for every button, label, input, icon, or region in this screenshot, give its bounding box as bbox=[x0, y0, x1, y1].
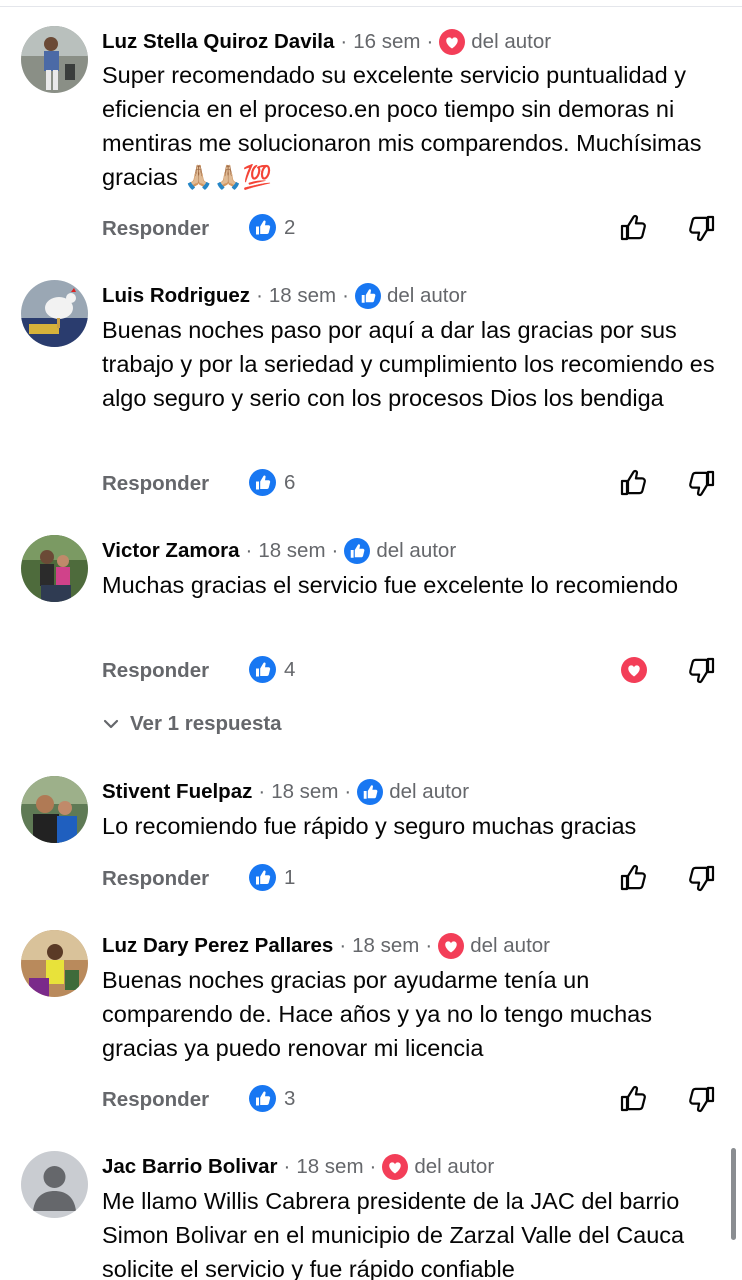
separator-dot: · bbox=[256, 284, 263, 307]
heart-reaction-icon bbox=[382, 1154, 409, 1180]
author-reaction-badge: del autor bbox=[357, 779, 469, 805]
thumbs-down-icon[interactable] bbox=[685, 467, 717, 499]
author-badge-label: del autor bbox=[414, 1155, 495, 1178]
separator-dot: · bbox=[283, 1155, 291, 1178]
like-count: 1 bbox=[284, 865, 296, 889]
like-reaction-icon bbox=[354, 283, 381, 309]
like-reaction-icon bbox=[357, 779, 384, 805]
separator-dot: · bbox=[369, 1155, 377, 1178]
separator-dot: · bbox=[344, 780, 352, 803]
avatar[interactable] bbox=[21, 26, 88, 93]
thumbs-down-icon[interactable] bbox=[685, 654, 717, 686]
view-replies-label: Ver 1 respuesta bbox=[130, 712, 282, 735]
comment-time[interactable]: 18 sem bbox=[296, 1155, 363, 1179]
default-avatar-icon[interactable] bbox=[21, 1151, 88, 1218]
comment-time[interactable]: 18 sem bbox=[352, 934, 419, 958]
reaction-summary[interactable]: 4 bbox=[249, 656, 295, 683]
comment-time[interactable]: 18 sem bbox=[269, 284, 336, 308]
thumbs-up-icon[interactable] bbox=[618, 467, 650, 499]
top-divider bbox=[0, 6, 742, 7]
author-reaction-badge: del autor bbox=[439, 29, 551, 55]
separator-dot: · bbox=[426, 30, 434, 53]
separator-dot: · bbox=[245, 539, 253, 562]
comment-text: Me llamo Willis Cabrera presidente de la… bbox=[102, 1188, 685, 1280]
thumbs-down-icon[interactable] bbox=[685, 862, 717, 894]
avatar[interactable] bbox=[21, 280, 88, 347]
avatar[interactable] bbox=[21, 535, 88, 602]
comment-time[interactable]: 18 sem bbox=[271, 780, 338, 804]
author-badge-label: del autor bbox=[389, 780, 470, 803]
comment-text: Super recomendado su excelente servicio … bbox=[102, 62, 702, 190]
avatar[interactable] bbox=[21, 930, 88, 997]
separator-dot: · bbox=[339, 934, 347, 957]
author-reaction-badge: del autor bbox=[438, 933, 550, 959]
commenter-name[interactable]: Victor Zamora bbox=[102, 539, 239, 563]
comment-time[interactable]: 18 sem bbox=[258, 539, 325, 563]
thumbs-up-icon[interactable] bbox=[618, 1083, 650, 1115]
avatar[interactable] bbox=[21, 776, 88, 843]
commenter-name[interactable]: Luis Rodriguez bbox=[102, 284, 250, 308]
like-reaction-icon bbox=[249, 656, 276, 683]
thumbs-down-icon[interactable] bbox=[685, 1083, 717, 1115]
author-reaction-badge: del autor bbox=[382, 1154, 494, 1180]
reply-button[interactable]: Responder bbox=[102, 472, 209, 496]
like-count: 6 bbox=[284, 470, 296, 494]
like-reaction-icon bbox=[249, 1085, 276, 1112]
comment-text: Muchas gracias el servicio fue excelente… bbox=[102, 572, 679, 598]
reaction-summary[interactable]: 3 bbox=[249, 1085, 295, 1112]
author-badge-label: del autor bbox=[386, 284, 467, 307]
comment-text: Lo recomiendo fue rápido y seguro muchas… bbox=[102, 813, 637, 839]
reply-button[interactable]: Responder bbox=[102, 217, 209, 241]
comment-text: Buenas noches paso por aquí a dar las gr… bbox=[102, 317, 715, 411]
thumbs-down-icon[interactable] bbox=[685, 212, 717, 244]
thumbs-up-icon[interactable] bbox=[618, 862, 650, 894]
separator-dot: · bbox=[340, 30, 348, 53]
commenter-name[interactable]: Luz Dary Perez Pallares bbox=[102, 934, 333, 958]
reaction-summary[interactable]: 1 bbox=[249, 864, 295, 891]
like-reaction-icon bbox=[249, 864, 276, 891]
chevron-down-icon bbox=[102, 715, 120, 733]
like-reaction-icon bbox=[249, 214, 276, 241]
author-badge-label: del autor bbox=[470, 934, 550, 957]
author-reaction-badge: del autor bbox=[354, 283, 467, 309]
comment-text: Buenas noches gracias por ayudarme tenía… bbox=[102, 967, 652, 1061]
view-replies-button[interactable]: Ver 1 respuesta bbox=[102, 712, 282, 736]
heart-reaction-icon bbox=[439, 29, 466, 55]
like-count: 2 bbox=[284, 215, 296, 239]
heart-reaction-icon bbox=[438, 933, 465, 959]
like-count: 3 bbox=[284, 1086, 296, 1110]
thumbs-up-icon[interactable] bbox=[618, 212, 650, 244]
reply-button[interactable]: Responder bbox=[102, 867, 209, 891]
like-count: 4 bbox=[284, 657, 296, 681]
author-badge-label: del autor bbox=[471, 30, 552, 53]
separator-dot: · bbox=[425, 934, 433, 957]
scrollbar-thumb[interactable] bbox=[731, 1148, 736, 1240]
separator-dot: · bbox=[342, 284, 349, 307]
reaction-summary[interactable]: 6 bbox=[249, 469, 295, 496]
like-reaction-icon bbox=[249, 469, 276, 496]
separator-dot: · bbox=[258, 780, 266, 803]
author-badge-label: del autor bbox=[376, 539, 457, 562]
commenter-name[interactable]: Jac Barrio Bolivar bbox=[102, 1155, 277, 1179]
commenter-name[interactable]: Stivent Fuelpaz bbox=[102, 780, 252, 804]
reply-button[interactable]: Responder bbox=[102, 1088, 209, 1112]
like-reaction-icon bbox=[344, 538, 371, 564]
reaction-summary[interactable]: 2 bbox=[249, 214, 295, 241]
commenter-name[interactable]: Luz Stella Quiroz Davila bbox=[102, 30, 334, 54]
separator-dot: · bbox=[331, 539, 339, 562]
heart-reaction-selected-icon[interactable] bbox=[618, 654, 650, 686]
author-reaction-badge: del autor bbox=[344, 538, 456, 564]
comment-time[interactable]: 16 sem bbox=[353, 30, 420, 54]
reply-button[interactable]: Responder bbox=[102, 659, 209, 683]
